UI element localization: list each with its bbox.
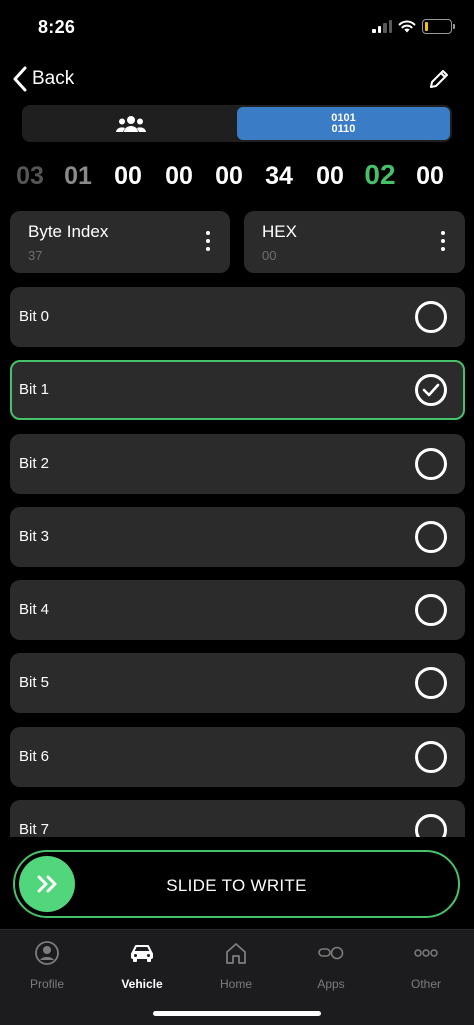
more-icon: [414, 940, 438, 966]
tab-profile[interactable]: Profile: [7, 940, 87, 991]
tab-vehicle[interactable]: Vehicle: [102, 940, 182, 991]
radio-unchecked-icon[interactable]: [415, 667, 447, 700]
bit-label: Bit 0: [19, 308, 50, 325]
byte-value[interactable]: 00: [207, 162, 251, 191]
checkmark-icon: [422, 383, 440, 397]
more-vertical-icon[interactable]: [441, 231, 445, 251]
slide-label: SLIDE TO WRITE: [166, 876, 307, 895]
apps-icon: [318, 940, 344, 966]
byte-value[interactable]: 00: [106, 162, 150, 191]
edit-button[interactable]: [428, 68, 450, 95]
bit-row[interactable]: Bit 4: [10, 580, 465, 641]
tab-apps[interactable]: Apps: [291, 940, 371, 991]
radio-unchecked-icon[interactable]: [415, 301, 447, 333]
tab-label: Profile: [29, 977, 64, 991]
hex-title: HEX: [262, 222, 297, 241]
status-bar: 8:26: [0, 0, 474, 56]
tab-label: Apps: [317, 977, 345, 991]
segment-group-view[interactable]: [24, 107, 237, 140]
binary-line-1: 0101: [331, 111, 356, 124]
binary-icon: 0101 0110: [331, 111, 356, 135]
view-mode-segmented-control: 0101 0110: [22, 105, 452, 142]
byte-value[interactable]: 00: [157, 162, 201, 191]
pencil-icon: [430, 70, 448, 88]
byte-index-value: 37: [28, 248, 43, 263]
status-time: 8:26: [38, 17, 76, 37]
tab-other[interactable]: Other: [386, 940, 466, 991]
bit-row[interactable]: Bit 6: [10, 726, 465, 787]
back-button[interactable]: Back: [12, 66, 74, 92]
byte-value[interactable]: 00: [308, 162, 352, 191]
bit-label: Bit 3: [19, 527, 50, 545]
radio-unchecked-icon[interactable]: [415, 740, 447, 773]
chevron-left-icon: [13, 66, 27, 92]
tab-label: Other: [410, 977, 441, 991]
byte-value[interactable]: 00: [408, 162, 452, 191]
status-icons: [372, 19, 455, 34]
wifi-icon: [398, 20, 416, 33]
radio-checked-icon[interactable]: [415, 374, 447, 407]
byte-value[interactable]: 01: [56, 162, 100, 191]
radio-unchecked-icon[interactable]: [415, 447, 447, 480]
hex-card[interactable]: HEX 00: [244, 211, 465, 273]
home-indicator: [153, 1011, 321, 1016]
users-icon: [115, 115, 146, 132]
segment-binary-view[interactable]: 0101 0110: [237, 107, 450, 140]
bit-label: Bit 7: [19, 821, 50, 837]
bit-label: Bit 5: [19, 674, 50, 692]
tab-bar: Profile Vehicle Home Apps Other: [0, 929, 474, 1025]
home-icon: [224, 940, 248, 966]
bit-row[interactable]: Bit 7: [10, 800, 465, 837]
bit-label: Bit 6: [19, 747, 50, 765]
byte-value-selected[interactable]: 02: [358, 159, 402, 191]
radio-unchecked-icon[interactable]: [415, 520, 447, 553]
nav-bar: Back: [0, 60, 474, 100]
back-label: Back: [32, 68, 75, 89]
radio-unchecked-icon[interactable]: [415, 814, 447, 837]
signal-icon: [372, 20, 392, 33]
bit-label: Bit 2: [19, 454, 50, 472]
bit-row-selected[interactable]: Bit 1: [10, 360, 465, 421]
bit-row[interactable]: Bit 2: [10, 433, 465, 494]
profile-icon: [35, 940, 59, 966]
tab-label: Home: [219, 977, 252, 991]
tab-home[interactable]: Home: [196, 940, 276, 991]
bit-row[interactable]: Bit 5: [10, 653, 465, 714]
byte-index-title: Byte Index: [28, 222, 109, 241]
byte-value[interactable]: 34: [257, 162, 301, 191]
byte-strip: 03 01 00 00 00 34 00 02 00: [0, 159, 474, 198]
radio-unchecked-icon[interactable]: [415, 594, 447, 627]
tab-label: Vehicle: [121, 977, 163, 991]
bit-label: Bit 1: [19, 381, 50, 399]
car-icon: [129, 940, 155, 966]
more-vertical-icon[interactable]: [206, 231, 210, 251]
battery-icon: [422, 19, 455, 34]
bit-row[interactable]: Bit 3: [10, 506, 465, 567]
hex-value: 00: [262, 248, 277, 263]
bits-list[interactable]: Bit 0 Bit 1 Bit 2 Bit 3 Bit 4 Bit 5 Bit …: [10, 287, 465, 837]
byte-value[interactable]: 03: [8, 162, 52, 191]
byte-index-card[interactable]: Byte Index 37: [10, 211, 230, 273]
binary-line-2: 0110: [331, 122, 356, 135]
bit-label: Bit 4: [19, 601, 50, 619]
bit-row[interactable]: Bit 0: [10, 287, 465, 347]
slide-to-write-control[interactable]: SLIDE TO WRITE: [13, 850, 460, 918]
